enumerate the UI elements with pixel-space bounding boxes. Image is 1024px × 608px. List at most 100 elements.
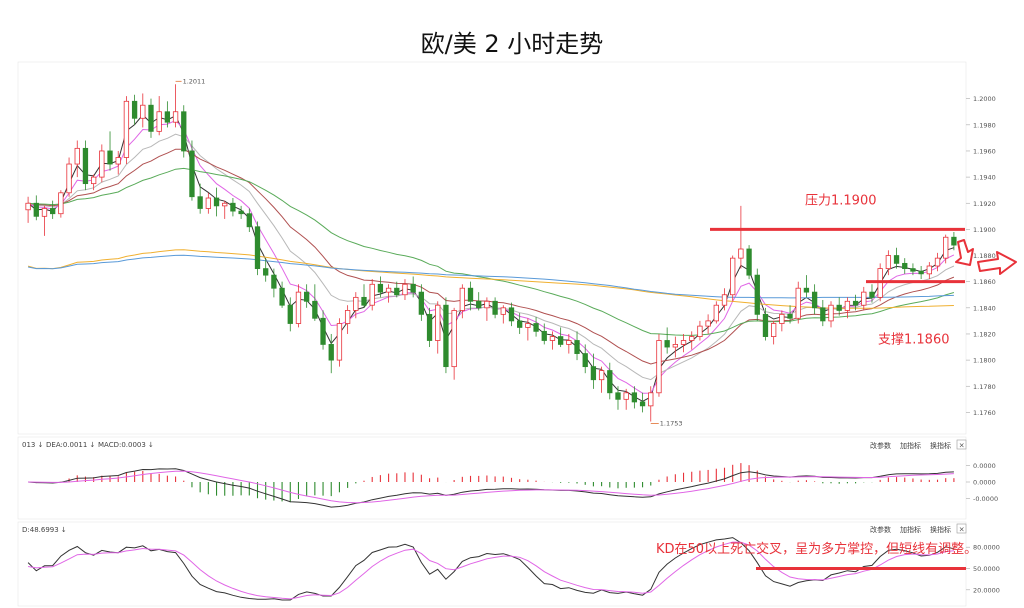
candle-up	[721, 294, 728, 306]
candle-up	[41, 208, 48, 217]
candle-down	[910, 268, 916, 272]
low-marker-label: 1.1753	[660, 420, 683, 428]
candle-down	[410, 283, 416, 293]
candle-up	[140, 104, 146, 119]
candle-down	[197, 196, 203, 209]
candle-up	[115, 157, 121, 165]
candle-up	[369, 283, 375, 306]
candle-up	[943, 236, 949, 259]
candle-down	[836, 304, 842, 311]
kd-legend-item: D:48.6993 ↓	[22, 526, 67, 534]
y-tick-label: 1.1960	[973, 147, 996, 155]
candle-down	[476, 300, 482, 309]
candle-up	[844, 300, 851, 311]
candle-down	[557, 336, 564, 345]
main-price-panel: 1.2000 1.1980 1.1960 1.1940 1.1920 1.1900 1.18…	[17, 61, 996, 435]
candle-up	[885, 255, 892, 270]
candle-up	[344, 310, 351, 324]
candle-down	[320, 317, 326, 345]
kd-comment: KD在50以上死亡交叉，呈为多方掌控，但短线有调整。	[656, 541, 977, 557]
candle-up	[222, 202, 228, 207]
candle-down	[230, 202, 236, 212]
y-tick-label: 1.2000	[973, 95, 996, 103]
y-tick-label: 1.1800	[973, 357, 996, 365]
candle-up	[336, 323, 343, 361]
macd-legend-item: DEA:0.0011 ↓	[46, 441, 95, 449]
candle-down	[664, 340, 670, 348]
y-tick-label: 1.1940	[973, 174, 996, 182]
candle-down	[639, 401, 646, 407]
candle-down	[189, 150, 195, 198]
candle-down	[377, 283, 384, 293]
candle-up	[435, 304, 441, 341]
candle-up	[402, 283, 408, 296]
macd-panel-frame	[17, 436, 967, 520]
y-tick-label: 1.1820	[973, 330, 996, 338]
candle-up	[680, 340, 687, 345]
candle-up	[795, 287, 801, 319]
candle-up	[934, 257, 941, 267]
candle-up	[66, 163, 72, 194]
candle-down	[263, 268, 269, 276]
candle-down	[762, 313, 769, 337]
candle-down	[246, 213, 252, 228]
candle-down	[902, 262, 908, 270]
kd-toolbar-button[interactable]: 换指标	[930, 525, 951, 534]
candle-down	[582, 353, 588, 368]
macd-toolbar-button[interactable]: 加指标	[900, 441, 921, 450]
candle-down	[443, 304, 449, 368]
candle-down	[131, 100, 138, 119]
candle-up	[123, 100, 130, 158]
candle-down	[541, 330, 547, 341]
candle-down	[394, 287, 400, 296]
candle-up	[672, 344, 678, 348]
macd-panel: 013 ↓ DEA:0.0011 ↓ MACD:0.0003 ↓ 改参数 加指标 换指标…	[17, 436, 998, 520]
y-tick-label: 1.1880	[973, 252, 996, 260]
macd-y-tick-label: 0.0000	[973, 479, 996, 487]
candle-up	[861, 291, 867, 306]
macd-y-axis: 0.0000 0.0000 -0.0000	[966, 462, 998, 503]
candle-down	[754, 274, 760, 315]
candle-up	[484, 300, 490, 309]
candle-up	[549, 336, 556, 341]
y-tick-label: 1.1780	[973, 383, 996, 391]
candle-up	[705, 320, 711, 327]
candle-down	[508, 307, 515, 322]
macd-y-tick-label: -0.0000	[973, 495, 998, 503]
candle-down	[467, 287, 474, 302]
kd-toolbar-button[interactable]: 改参数	[870, 525, 891, 534]
candle-up	[689, 336, 695, 341]
candle-up	[738, 248, 744, 259]
candle-down	[312, 300, 318, 319]
candle-down	[951, 236, 957, 246]
kd-panel-frame	[17, 521, 967, 607]
candle-up	[525, 323, 531, 328]
candle-up	[828, 304, 834, 322]
macd-legend-item: 013 ↓	[22, 441, 43, 449]
close-icon-glyph: ×	[959, 442, 965, 450]
candle-up	[771, 323, 777, 337]
candle-down	[82, 147, 89, 185]
kd-toolbar-button[interactable]: 加指标	[900, 525, 921, 534]
candle-up	[648, 392, 654, 407]
resistance-label: 压力1.1900	[805, 193, 877, 208]
y-tick-label: 1.1920	[973, 200, 996, 208]
candle-up	[74, 147, 80, 165]
macd-toolbar-button[interactable]: 改参数	[870, 441, 891, 450]
candle-up	[500, 307, 506, 315]
candle-down	[746, 248, 752, 276]
candle-up	[156, 111, 162, 132]
candle-down	[590, 366, 597, 381]
macd-toolbar-button[interactable]: 换指标	[930, 441, 951, 450]
candle-down	[238, 210, 244, 215]
close-icon-glyph: ×	[959, 526, 965, 534]
candle-up	[353, 296, 359, 311]
candle-down	[279, 287, 285, 306]
chart-title: 欧/美 2 小时走势	[421, 30, 604, 58]
candle-up	[926, 265, 932, 275]
y-tick-label: 1.1980	[973, 121, 996, 129]
candle-up	[730, 257, 736, 296]
candle-up	[451, 310, 457, 368]
macd-y-tick-label: 0.0000	[973, 462, 996, 470]
candle-up	[779, 313, 785, 324]
